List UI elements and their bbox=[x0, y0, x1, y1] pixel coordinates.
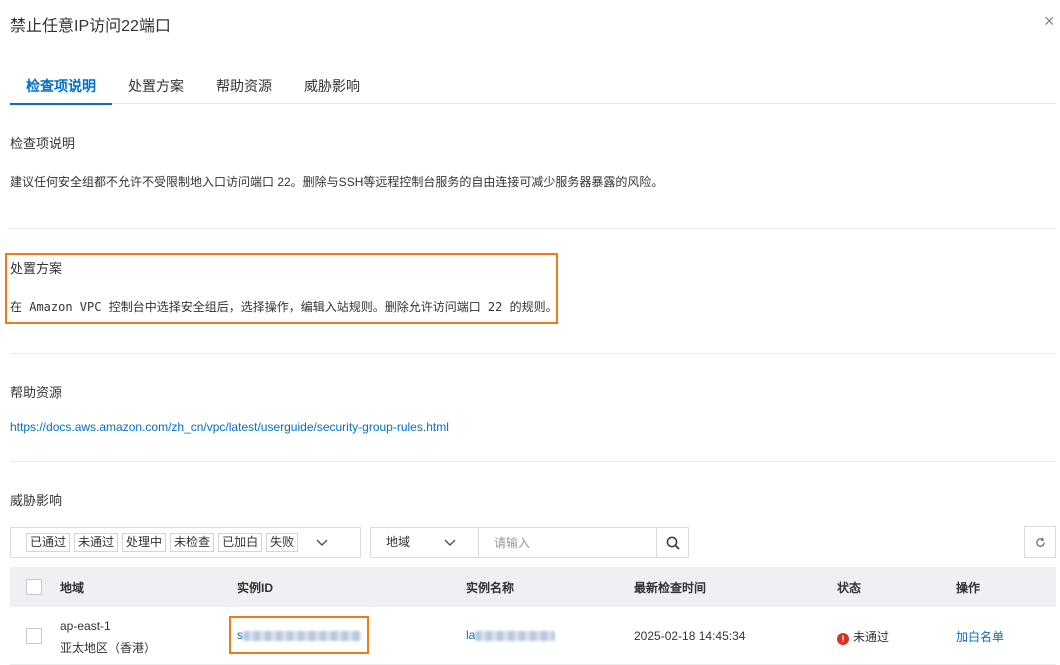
region-select-label: 地域 bbox=[386, 535, 411, 549]
column-header-instance-id: 实例ID bbox=[237, 581, 274, 595]
chevron-down-icon bbox=[444, 528, 456, 568]
chevron-down-icon[interactable] bbox=[316, 536, 328, 550]
help-heading: 帮助资源 bbox=[10, 385, 63, 400]
region-code: ap-east-1 bbox=[60, 619, 111, 633]
divider bbox=[10, 353, 1056, 354]
redacted-instance-name bbox=[475, 630, 556, 641]
column-header-status: 状态 bbox=[837, 581, 862, 595]
filter-chip-unchecked[interactable]: 未检查 bbox=[170, 533, 215, 552]
redacted-instance-id bbox=[243, 630, 361, 641]
help-link[interactable]: https://docs.aws.amazon.com/zh_cn/vpc/la… bbox=[10, 420, 449, 434]
table-header: 地域 实例ID 实例名称 最新检查时间 状态 操作 bbox=[10, 567, 1056, 607]
dialog-title: 禁止任意IP访问22端口 bbox=[10, 18, 171, 35]
refresh-icon bbox=[1035, 537, 1045, 547]
refresh-button[interactable] bbox=[1024, 526, 1056, 558]
column-header-instance-name: 实例名称 bbox=[466, 581, 515, 595]
instance-id-link[interactable]: s bbox=[237, 628, 361, 642]
close-icon[interactable]: × bbox=[1044, 12, 1060, 30]
filter-chip-processing[interactable]: 处理中 bbox=[122, 533, 167, 552]
filter-chip-error[interactable]: 失败 bbox=[266, 533, 299, 552]
description-text: 建议任何安全组都不允许不受限制地入口访问端口 22。删除与SSH等远程控制台服务… bbox=[10, 175, 664, 189]
remediation-text: 在 Amazon VPC 控制台中选择安全组后，选择操作，编辑入站规则。删除允许… bbox=[10, 300, 558, 314]
instance-name-prefix: la bbox=[466, 628, 476, 642]
search-icon bbox=[666, 536, 680, 550]
tab-help[interactable]: 帮助资源 bbox=[200, 74, 288, 104]
last-check-time: 2025-02-18 14:45:34 bbox=[634, 629, 746, 643]
status-badge: ! 未通过 bbox=[837, 628, 889, 645]
filter-chip-whitelisted[interactable]: 已加白 bbox=[218, 533, 263, 552]
filter-chip-failed-check[interactable]: 未通过 bbox=[74, 533, 119, 552]
tab-description[interactable]: 检查项说明 bbox=[10, 74, 112, 105]
instance-name-link[interactable]: la bbox=[466, 628, 556, 642]
table-row: ap-east-1 亚太地区（香港） s la 2025-02-18 14:45… bbox=[10, 607, 1056, 665]
status-filter-group: 已通过 未通过 处理中 未检查 已加白 失败 bbox=[10, 527, 361, 558]
remediation-heading: 处置方案 bbox=[10, 261, 63, 276]
region-name: 亚太地区（香港） bbox=[60, 641, 157, 655]
select-all-checkbox[interactable] bbox=[26, 579, 42, 595]
filter-chip-passed[interactable]: 已通过 bbox=[26, 533, 71, 552]
description-heading: 检查项说明 bbox=[10, 136, 76, 151]
tab-impact[interactable]: 威胁影响 bbox=[288, 74, 376, 104]
tab-bar: 检查项说明 处置方案 帮助资源 威胁影响 bbox=[10, 74, 1056, 105]
tab-remediation[interactable]: 处置方案 bbox=[112, 74, 200, 104]
column-header-last-check: 最新检查时间 bbox=[634, 581, 707, 595]
divider bbox=[10, 461, 1056, 462]
add-to-whitelist-link[interactable]: 加白名单 bbox=[956, 628, 1004, 645]
status-text: 未通过 bbox=[853, 630, 890, 644]
column-header-actions: 操作 bbox=[956, 581, 981, 595]
search-input[interactable] bbox=[478, 528, 656, 557]
divider bbox=[10, 228, 1056, 229]
impact-heading: 威胁影响 bbox=[10, 493, 63, 508]
search-field bbox=[478, 527, 657, 558]
row-checkbox[interactable] bbox=[26, 628, 42, 644]
error-icon: ! bbox=[837, 633, 849, 645]
region-select[interactable]: 地域 bbox=[370, 527, 479, 558]
search-button[interactable] bbox=[656, 527, 689, 558]
column-header-region: 地域 bbox=[60, 581, 85, 595]
